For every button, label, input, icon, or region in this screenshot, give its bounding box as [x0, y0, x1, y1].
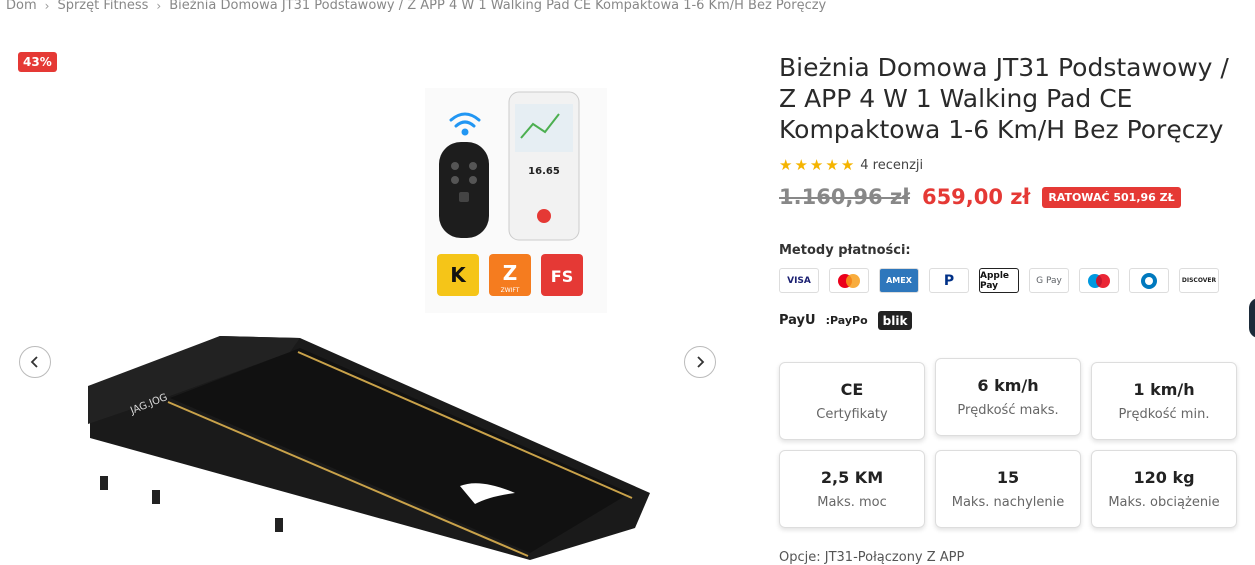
option-row: Opcje: JT31-Połączony Z APP — [779, 550, 964, 565]
blik-icon: blik — [877, 311, 913, 330]
product-image-remote: 16.65 K Z ZWIFT FS — [425, 88, 607, 313]
product-title: Bieżnia Domowa JT31 Podstawowy / Z APP 4… — [779, 53, 1229, 144]
spec-card: 6 km/h Prędkość maks. — [935, 358, 1081, 436]
chevron-right-icon: › — [44, 0, 50, 13]
spec-card: 1 km/h Prędkość min. — [1091, 362, 1237, 440]
option-label: Opcje: — [779, 550, 821, 565]
spec-value: CE — [840, 380, 864, 399]
visa-icon: VISA — [779, 268, 819, 293]
star-icon: ★ — [825, 156, 839, 174]
svg-text:K: K — [450, 263, 467, 287]
google-pay-icon: G Pay — [1029, 268, 1069, 293]
discover-icon: DISCOVER — [1179, 268, 1219, 293]
breadcrumb: Dom › Sprzęt Fitness › Bieżnia Domowa JT… — [6, 0, 826, 13]
spec-card: 2,5 KM Maks. moc — [779, 450, 925, 528]
spec-label: Maks. moc — [817, 495, 887, 510]
save-badge: RATOWAĆ 501,96 ZŁ — [1042, 186, 1181, 208]
star-icon: ★ — [809, 156, 824, 174]
star-icon: ★ — [779, 156, 793, 174]
spec-value: 15 — [996, 468, 1020, 487]
apple-pay-icon: Apple Pay — [979, 268, 1019, 293]
spec-grid: CE Certyfikaty 6 km/h Prędkość maks. 1 k… — [779, 358, 1237, 528]
remote-control — [439, 142, 489, 238]
spec-card: 15 Maks. nachylenie — [935, 450, 1081, 528]
spec-value: 1 km/h — [1133, 380, 1195, 399]
mastercard-icon — [829, 268, 869, 293]
spec-value: 2,5 KM — [820, 468, 884, 487]
payment-icons-row-2: PayU :PayPo blik — [779, 308, 913, 333]
gallery-next-button[interactable] — [684, 346, 716, 378]
spec-value: 6 km/h — [977, 376, 1039, 395]
chat-widget-button[interactable] — [1249, 298, 1255, 338]
old-price: 1.160,96 zł — [779, 185, 910, 209]
star-icon: ★ — [840, 156, 855, 174]
star-icon: ★ — [794, 156, 808, 174]
discount-badge: 43% — [18, 52, 57, 72]
svg-text:Z: Z — [503, 261, 518, 285]
payment-methods-label: Metody płatności: — [779, 243, 911, 258]
svg-text:ZWIFT: ZWIFT — [501, 287, 520, 294]
paypal-icon: P — [929, 268, 969, 293]
spec-label: Maks. nachylenie — [951, 495, 1065, 510]
amex-icon: AMEX — [879, 268, 919, 293]
chevron-right-icon — [697, 356, 705, 368]
diners-icon — [1129, 268, 1169, 293]
chevron-left-icon — [30, 356, 38, 368]
rating[interactable]: ★ ★ ★ ★ ★ 4 recenzji — [779, 156, 923, 174]
spec-card: 120 kg Maks. obciążenie — [1091, 450, 1237, 528]
product-image-treadmill: JAG.JOG — [60, 328, 660, 564]
svg-text:FS: FS — [551, 267, 573, 286]
review-count[interactable]: 4 recenzji — [860, 158, 923, 173]
breadcrumb-current: Bieżnia Domowa JT31 Podstawowy / Z APP 4… — [169, 0, 827, 13]
spec-label: Certyfikaty — [816, 407, 888, 422]
payment-icons-row: VISA AMEX P Apple Pay G Pay DISCOVER — [779, 268, 1219, 293]
maestro-icon — [1079, 268, 1119, 293]
spec-label: Prędkość maks. — [957, 403, 1059, 418]
spec-label: Prędkość min. — [1118, 407, 1210, 422]
option-value: JT31-Połączony Z APP — [824, 550, 965, 565]
breadcrumb-home[interactable]: Dom — [6, 0, 37, 13]
chevron-right-icon: › — [156, 0, 162, 13]
breadcrumb-category[interactable]: Sprzęt Fitness — [57, 0, 148, 13]
spec-value: 120 kg — [1133, 468, 1195, 487]
paypo-icon: :PayPo — [825, 314, 868, 327]
spec-label: Maks. obciążenie — [1108, 495, 1220, 510]
phone-speed-value: 16.65 — [528, 166, 560, 177]
payu-icon: PayU — [779, 313, 816, 328]
wifi-icon — [449, 112, 481, 136]
gallery-prev-button[interactable] — [19, 346, 51, 378]
price-row: 1.160,96 zł 659,00 zł RATOWAĆ 501,96 ZŁ — [779, 185, 1181, 209]
spec-card: CE Certyfikaty — [779, 362, 925, 440]
new-price: 659,00 zł — [921, 185, 1031, 209]
